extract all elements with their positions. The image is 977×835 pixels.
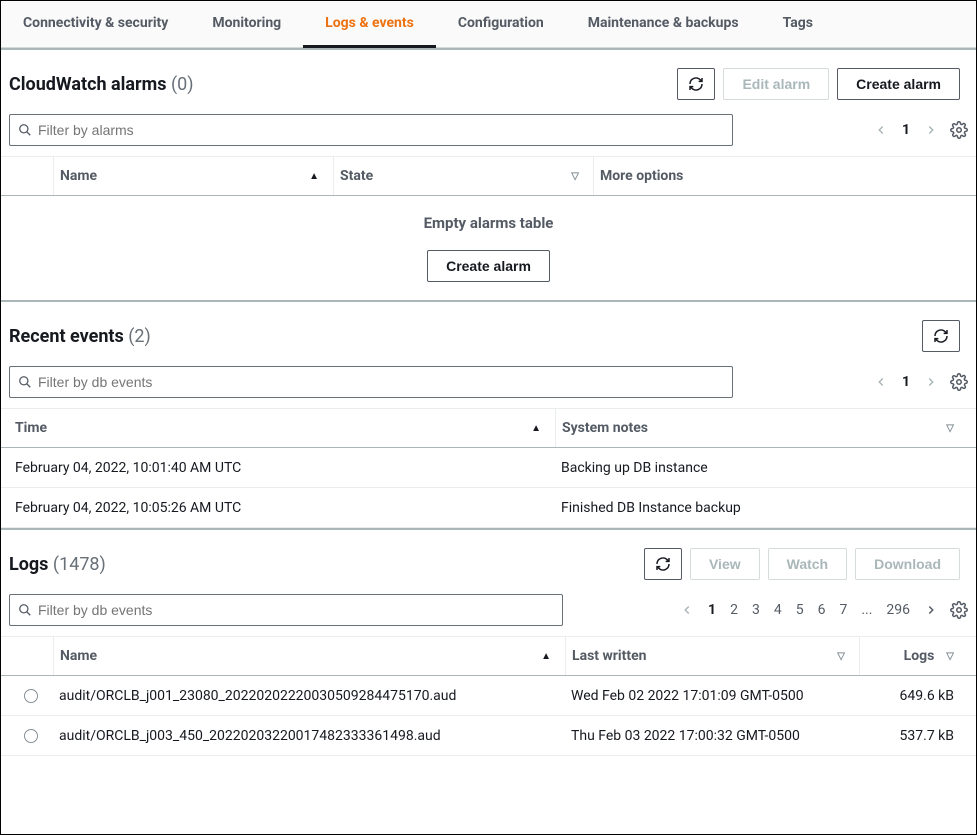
next-page-icon[interactable] bbox=[924, 123, 938, 137]
view-log-button[interactable]: View bbox=[690, 548, 760, 580]
alarms-search-wrap[interactable] bbox=[9, 114, 733, 146]
logs-title: Logs (1478) bbox=[9, 554, 106, 575]
alarms-settings-icon[interactable] bbox=[950, 121, 968, 139]
alarms-count: (0) bbox=[171, 74, 194, 95]
page-link[interactable]: 3 bbox=[752, 602, 760, 618]
logs-count: (1478) bbox=[53, 554, 106, 575]
refresh-logs-button[interactable] bbox=[644, 548, 682, 580]
logs-col-last[interactable]: Last written▽ bbox=[565, 637, 859, 675]
logs-col-name[interactable]: Name▲ bbox=[53, 637, 565, 675]
next-page-icon[interactable] bbox=[924, 603, 938, 617]
log-name: audit/ORCLB_j003_450_2022020322001748233… bbox=[53, 728, 565, 744]
events-row: February 04, 2022, 10:01:40 AM UTC Backi… bbox=[1, 448, 976, 488]
logs-settings-icon[interactable] bbox=[950, 601, 968, 619]
event-time: February 04, 2022, 10:01:40 AM UTC bbox=[9, 460, 555, 476]
log-last-written: Wed Feb 02 2022 17:01:09 GMT-0500 bbox=[565, 688, 859, 704]
events-count: (2) bbox=[128, 326, 151, 347]
page-ellipsis: ... bbox=[861, 602, 872, 618]
events-pager: 1 bbox=[874, 374, 938, 390]
log-last-written: Thu Feb 03 2022 17:00:32 GMT-0500 bbox=[565, 728, 859, 744]
search-icon bbox=[18, 375, 32, 389]
events-col-notes[interactable]: System notes▽ bbox=[555, 409, 968, 447]
search-icon bbox=[18, 603, 32, 617]
alarms-col-name[interactable]: Name▲ bbox=[53, 157, 333, 195]
alarms-empty-text: Empty alarms table bbox=[1, 196, 976, 250]
prev-page-icon[interactable] bbox=[874, 123, 888, 137]
create-alarm-button[interactable]: Create alarm bbox=[837, 68, 960, 100]
alarms-pager: 1 bbox=[874, 122, 938, 138]
log-size: 537.7 kB bbox=[859, 728, 968, 744]
events-table-header: Time▲ System notes▽ bbox=[1, 408, 976, 448]
page-link[interactable]: 4 bbox=[774, 602, 782, 618]
logs-search-input[interactable] bbox=[38, 596, 554, 624]
log-size: 649.6 kB bbox=[859, 688, 968, 704]
log-row[interactable]: audit/ORCLB_j003_450_2022020322001748233… bbox=[1, 716, 976, 756]
alarms-search-input[interactable] bbox=[38, 116, 724, 144]
logs-table-header: Name▲ Last written▽ Logs▽ bbox=[1, 636, 976, 676]
alarms-page-number: 1 bbox=[898, 122, 914, 138]
alarms-col-more[interactable]: More options bbox=[593, 157, 968, 195]
tab-logs-events[interactable]: Logs & events bbox=[303, 1, 436, 48]
create-alarm-empty-button[interactable]: Create alarm bbox=[427, 250, 550, 282]
events-search-input[interactable] bbox=[38, 368, 724, 396]
event-notes: Backing up DB instance bbox=[555, 460, 968, 476]
tab-maintenance-backups[interactable]: Maintenance & backups bbox=[566, 1, 761, 47]
events-title: Recent events (2) bbox=[9, 326, 151, 347]
refresh-events-button[interactable] bbox=[922, 320, 960, 352]
page-link[interactable]: 6 bbox=[818, 602, 826, 618]
page-link[interactable]: 7 bbox=[839, 602, 847, 618]
events-settings-icon[interactable] bbox=[950, 373, 968, 391]
events-panel: Recent events (2) 1 Time▲ System notes▽ bbox=[1, 300, 976, 528]
log-name: audit/ORCLB_j001_23080_20220202220030509… bbox=[53, 688, 565, 704]
log-row-radio[interactable] bbox=[24, 729, 38, 743]
log-row-radio[interactable] bbox=[24, 689, 38, 703]
tab-configuration[interactable]: Configuration bbox=[436, 1, 566, 47]
tab-bar: Connectivity & security Monitoring Logs … bbox=[1, 1, 976, 48]
watch-log-button[interactable]: Watch bbox=[768, 548, 847, 580]
search-icon bbox=[18, 123, 32, 137]
events-search-wrap[interactable] bbox=[9, 366, 733, 398]
logs-panel: Logs (1478) View Watch Download 1 2 3 4 … bbox=[1, 528, 976, 756]
page-link[interactable]: 2 bbox=[730, 602, 738, 618]
page-link[interactable]: 296 bbox=[886, 602, 910, 618]
event-notes: Finished DB Instance backup bbox=[555, 500, 968, 516]
events-row: February 04, 2022, 10:05:26 AM UTC Finis… bbox=[1, 488, 976, 528]
edit-alarm-button[interactable]: Edit alarm bbox=[723, 68, 829, 100]
alarms-table-header: Name▲ State▽ More options bbox=[1, 156, 976, 196]
logs-pager: 1 2 3 4 5 6 7 ... 296 bbox=[680, 602, 938, 618]
logs-col-size[interactable]: Logs▽ bbox=[859, 637, 968, 675]
refresh-alarms-button[interactable] bbox=[677, 68, 715, 100]
tab-connectivity[interactable]: Connectivity & security bbox=[1, 1, 190, 47]
event-time: February 04, 2022, 10:05:26 AM UTC bbox=[9, 500, 555, 516]
prev-page-icon[interactable] bbox=[874, 375, 888, 389]
tab-monitoring[interactable]: Monitoring bbox=[190, 1, 303, 47]
events-col-time[interactable]: Time▲ bbox=[9, 409, 555, 447]
alarms-panel: CloudWatch alarms (0) Edit alarm Create … bbox=[1, 48, 976, 300]
tab-tags[interactable]: Tags bbox=[761, 1, 835, 47]
page-link[interactable]: 5 bbox=[796, 602, 804, 618]
alarms-title: CloudWatch alarms (0) bbox=[9, 74, 194, 95]
download-log-button[interactable]: Download bbox=[855, 548, 960, 580]
prev-page-icon[interactable] bbox=[680, 603, 694, 617]
page-link[interactable]: 1 bbox=[708, 602, 716, 618]
log-row[interactable]: audit/ORCLB_j001_23080_20220202220030509… bbox=[1, 676, 976, 716]
next-page-icon[interactable] bbox=[924, 375, 938, 389]
alarms-col-state[interactable]: State▽ bbox=[333, 157, 593, 195]
events-page-number: 1 bbox=[898, 374, 914, 390]
logs-search-wrap[interactable] bbox=[9, 594, 563, 626]
